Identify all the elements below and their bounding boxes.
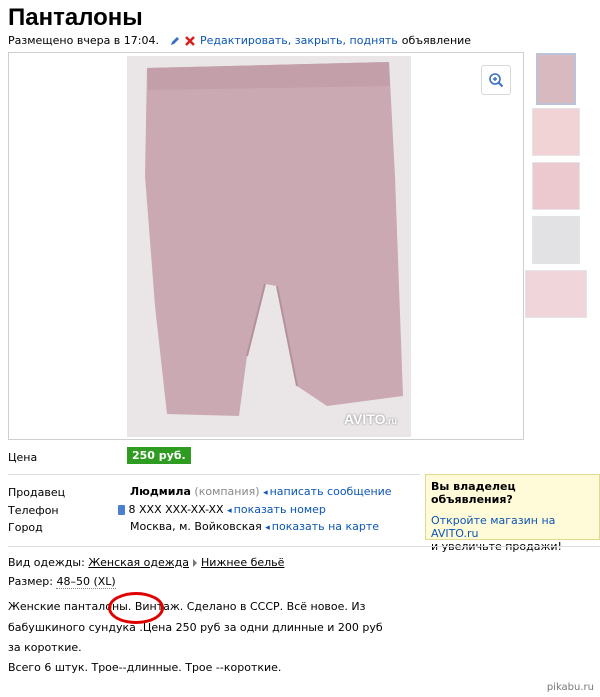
posted-actions-suffix: объявление bbox=[401, 34, 472, 47]
edit-close-raise-link[interactable]: Редактировать, закрыть, поднять bbox=[200, 34, 398, 47]
zoom-button[interactable] bbox=[481, 65, 511, 95]
seller-label: Продавец bbox=[8, 486, 66, 499]
city-label: Город bbox=[8, 521, 43, 534]
size-value: 48–50 (XL) bbox=[56, 575, 116, 589]
close-icon[interactable] bbox=[184, 35, 196, 47]
owner-box-heading: Вы владелец объявления? bbox=[431, 480, 516, 506]
description-line-4: Всего 6 штук. Трое--длинные. Трое --коро… bbox=[8, 661, 282, 674]
thumbnail-3[interactable] bbox=[532, 162, 580, 210]
red-annotation-circle bbox=[108, 592, 164, 624]
photo-gallery: AVITO.ru bbox=[8, 52, 524, 440]
show-number-link[interactable]: показать номер bbox=[234, 503, 326, 516]
breadcrumb-underwear[interactable]: Нижнее бельё bbox=[201, 556, 284, 569]
zoom-in-icon bbox=[489, 73, 504, 88]
seller-name: Людмила bbox=[130, 485, 191, 498]
posted-info: Размещено вчера в 17:04. Редактировать, … bbox=[8, 34, 471, 47]
owner-box: Вы владелец объявления? Откройте магазин… bbox=[425, 474, 600, 553]
divider bbox=[8, 474, 420, 475]
write-message-link[interactable]: написать сообщение bbox=[270, 485, 392, 498]
page-title: Панталоны bbox=[8, 4, 143, 31]
phone-label: Телефон bbox=[8, 504, 59, 517]
thumbnail-1[interactable] bbox=[536, 53, 576, 105]
thumbnail-2[interactable] bbox=[532, 108, 580, 156]
thumbnail-5[interactable] bbox=[525, 270, 587, 318]
clothing-type-label: Вид одежды: bbox=[8, 556, 85, 569]
size-row: Размер: 48–50 (XL) bbox=[8, 575, 116, 589]
pantaloons-image bbox=[127, 56, 411, 437]
avito-watermark: AVITO bbox=[343, 411, 386, 427]
phone-icon bbox=[118, 505, 125, 515]
arrow-left-icon: ◂ bbox=[265, 523, 270, 533]
thumbnail-4[interactable] bbox=[532, 216, 580, 264]
size-label: Размер: bbox=[8, 575, 53, 588]
city-value: Москва, м. Войковская bbox=[130, 520, 262, 533]
main-photo[interactable]: AVITO.ru bbox=[127, 56, 411, 437]
description-line-2: бабушкиного сундука .Цена 250 руб за одн… bbox=[8, 621, 383, 634]
phone-row: 8 XXX XXX-XX-XX ◂ показать номер bbox=[118, 503, 326, 516]
breadcrumb-women-clothing[interactable]: Женская одежда bbox=[88, 556, 189, 569]
avito-watermark-suffix: .ru bbox=[385, 416, 397, 426]
show-on-map-link[interactable]: показать на карте bbox=[272, 520, 379, 533]
description-line-3: за короткие. bbox=[8, 641, 82, 654]
pencil-icon[interactable] bbox=[169, 35, 181, 47]
city-row: Москва, м. Войковская ◂ показать на карте bbox=[130, 520, 379, 533]
open-shop-link[interactable]: Откройте магазин на AVITO.ru bbox=[431, 514, 555, 540]
seller-type: (компания) bbox=[194, 485, 260, 498]
price-badge: 250 руб. bbox=[127, 447, 191, 464]
phone-value: 8 XXX XXX-XX-XX bbox=[128, 503, 224, 516]
arrow-left-icon: ◂ bbox=[263, 488, 268, 498]
divider bbox=[8, 546, 600, 547]
description-line-1: Женские панталоны. Винтаж. Сделано в ССС… bbox=[8, 600, 366, 613]
seller-row: Людмила (компания) ◂ написать сообщение bbox=[130, 485, 392, 498]
price-label: Цена bbox=[8, 451, 38, 464]
arrow-left-icon: ◂ bbox=[227, 506, 232, 516]
posted-time: Размещено вчера в 17:04. bbox=[8, 34, 159, 47]
breadcrumb: Вид одежды: Женская одежда Нижнее бельё bbox=[8, 556, 284, 569]
chevron-right-icon bbox=[193, 559, 198, 567]
site-watermark: pikabu.ru bbox=[546, 682, 594, 693]
